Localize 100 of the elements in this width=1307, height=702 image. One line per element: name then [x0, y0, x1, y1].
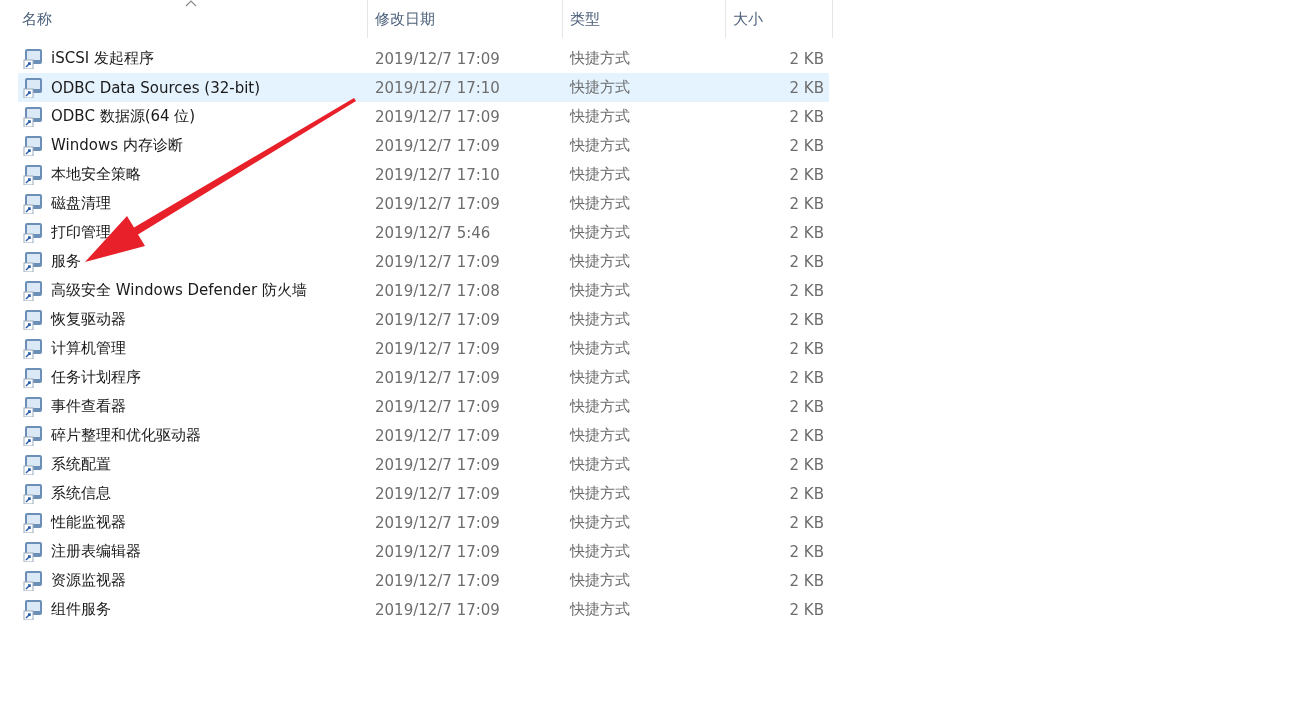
type-cell-text: 快捷方式 [568, 78, 631, 97]
file-row[interactable]: 碎片整理和优化驱动器 2019/12/7 17:09 快捷方式 2 KB [18, 421, 829, 450]
type-cell-text: 快捷方式 [568, 571, 631, 590]
date-cell-text: 2019/12/7 17:09 [374, 49, 501, 68]
file-row[interactable]: 系统信息 2019/12/7 17:09 快捷方式 2 KB [18, 479, 829, 508]
size-cell-text: 2 KB [788, 484, 825, 503]
shortcut-app-icon [23, 396, 44, 417]
type-cell-text: 快捷方式 [568, 368, 631, 387]
file-row[interactable]: iSCSI 发起程序 2019/12/7 17:09 快捷方式 2 KB [18, 44, 829, 73]
file-row[interactable]: 系统配置 2019/12/7 17:09 快捷方式 2 KB [18, 450, 829, 479]
column-header[interactable]: 修改日期 [375, 9, 435, 29]
file-name: 系统配置 [51, 455, 111, 474]
type-cell-text: 快捷方式 [568, 397, 631, 416]
type-cell-text: 快捷方式 [568, 339, 631, 358]
file-row[interactable]: 恢复驱动器 2019/12/7 17:09 快捷方式 2 KB [18, 305, 829, 334]
type-cell-text: 快捷方式 [568, 542, 631, 561]
file-name: 本地安全策略 [51, 165, 141, 184]
file-row[interactable]: ODBC 数据源(64 位) 2019/12/7 17:09 快捷方式 2 KB [18, 102, 829, 131]
size-cell-text: 2 KB [788, 107, 825, 126]
date-cell-text: 2019/12/7 17:09 [374, 513, 501, 532]
type-cell-text: 快捷方式 [568, 136, 631, 155]
file-name: 磁盘清理 [51, 194, 111, 213]
file-row[interactable]: 组件服务 2019/12/7 17:09 快捷方式 2 KB [18, 595, 829, 624]
file-name: 事件查看器 [51, 397, 126, 416]
type-cell-text: 快捷方式 [568, 455, 631, 474]
file-row[interactable]: 资源监视器 2019/12/7 17:09 快捷方式 2 KB [18, 566, 829, 595]
shortcut-app-icon [23, 251, 44, 272]
file-row[interactable]: 任务计划程序 2019/12/7 17:09 快捷方式 2 KB [18, 363, 829, 392]
size-cell-text: 2 KB [788, 339, 825, 358]
file-row[interactable]: ODBC Data Sources (32-bit) 2019/12/7 17:10 快捷方式 2 KB [18, 73, 829, 102]
file-row[interactable]: Windows 内存诊断 2019/12/7 17:09 快捷方式 2 KB [18, 131, 829, 160]
file-row[interactable]: 高级安全 Windows Defender 防火墙 2019/12/7 17:08 快捷方式 2 KB [18, 276, 829, 305]
shortcut-app-icon [23, 425, 44, 446]
size-cell-text: 2 KB [788, 78, 825, 97]
file-name: 服务 [51, 252, 81, 271]
date-cell-text: 2019/12/7 17:09 [374, 397, 501, 416]
shortcut-app-icon [23, 164, 44, 185]
file-name: 碎片整理和优化驱动器 [51, 426, 201, 445]
date-cell-text: 2019/12/7 17:09 [374, 310, 501, 329]
file-name: 性能监视器 [51, 513, 126, 532]
size-cell-text: 2 KB [788, 252, 825, 271]
file-name: 注册表编辑器 [51, 542, 141, 561]
file-name: ODBC 数据源(64 位) [51, 107, 196, 126]
column-header[interactable]: 大小 [733, 9, 763, 29]
file-row[interactable]: 事件查看器 2019/12/7 17:09 快捷方式 2 KB [18, 392, 829, 421]
shortcut-app-icon [23, 135, 44, 156]
type-cell-text: 快捷方式 [568, 513, 631, 532]
shortcut-app-icon [23, 570, 44, 591]
shortcut-app-icon [23, 77, 44, 98]
date-cell-text: 2019/12/7 17:10 [374, 78, 501, 97]
file-row[interactable]: 磁盘清理 2019/12/7 17:09 快捷方式 2 KB [18, 189, 829, 218]
file-name: 恢复驱动器 [51, 310, 126, 329]
shortcut-app-icon [23, 454, 44, 475]
file-row[interactable]: 打印管理 2019/12/7 5:46 快捷方式 2 KB [18, 218, 829, 247]
file-name: 系统信息 [51, 484, 111, 503]
type-cell-text: 快捷方式 [568, 281, 631, 300]
shortcut-app-icon [23, 367, 44, 388]
type-cell-text: 快捷方式 [568, 194, 631, 213]
file-row[interactable]: 本地安全策略 2019/12/7 17:10 快捷方式 2 KB [18, 160, 829, 189]
file-row[interactable]: 注册表编辑器 2019/12/7 17:09 快捷方式 2 KB [18, 537, 829, 566]
date-cell-text: 2019/12/7 17:09 [374, 455, 501, 474]
type-cell-text: 快捷方式 [568, 426, 631, 445]
date-cell-text: 2019/12/7 17:09 [374, 136, 501, 155]
file-name: 任务计划程序 [51, 368, 141, 387]
date-cell-text: 2019/12/7 17:09 [374, 107, 501, 126]
file-row[interactable]: 性能监视器 2019/12/7 17:09 快捷方式 2 KB [18, 508, 829, 537]
type-cell-text: 快捷方式 [568, 107, 631, 126]
file-name: 打印管理 [51, 223, 111, 242]
column-header[interactable]: 类型 [570, 9, 600, 29]
size-cell-text: 2 KB [788, 223, 825, 242]
file-row[interactable]: 计算机管理 2019/12/7 17:09 快捷方式 2 KB [18, 334, 829, 363]
date-cell-text: 2019/12/7 17:09 [374, 571, 501, 590]
shortcut-app-icon [23, 541, 44, 562]
date-cell-text: 2019/12/7 5:46 [374, 223, 492, 242]
size-cell-text: 2 KB [788, 281, 825, 300]
file-name: 计算机管理 [51, 339, 126, 358]
date-cell-text: 2019/12/7 17:09 [374, 194, 501, 213]
shortcut-app-icon [23, 338, 44, 359]
type-cell-text: 快捷方式 [568, 49, 631, 68]
date-cell-text: 2019/12/7 17:09 [374, 252, 501, 271]
column-header[interactable]: 名称 [22, 9, 52, 29]
file-row[interactable]: 服务 2019/12/7 17:09 快捷方式 2 KB [18, 247, 829, 276]
type-cell-text: 快捷方式 [568, 165, 631, 184]
shortcut-app-icon [23, 280, 44, 301]
file-name: 资源监视器 [51, 571, 126, 590]
date-cell-text: 2019/12/7 17:08 [374, 281, 501, 300]
size-cell-text: 2 KB [788, 310, 825, 329]
file-name: Windows 内存诊断 [51, 136, 183, 155]
shortcut-app-icon [23, 222, 44, 243]
date-cell-text: 2019/12/7 17:09 [374, 484, 501, 503]
size-cell-text: 2 KB [788, 136, 825, 155]
date-cell-text: 2019/12/7 17:09 [374, 600, 501, 619]
date-cell-text: 2019/12/7 17:09 [374, 542, 501, 561]
date-cell-text: 2019/12/7 17:09 [374, 426, 501, 445]
file-name: iSCSI 发起程序 [51, 49, 154, 68]
type-cell-text: 快捷方式 [568, 252, 631, 271]
size-cell-text: 2 KB [788, 397, 825, 416]
shortcut-app-icon [23, 193, 44, 214]
size-cell-text: 2 KB [788, 194, 825, 213]
type-cell-text: 快捷方式 [568, 223, 631, 242]
